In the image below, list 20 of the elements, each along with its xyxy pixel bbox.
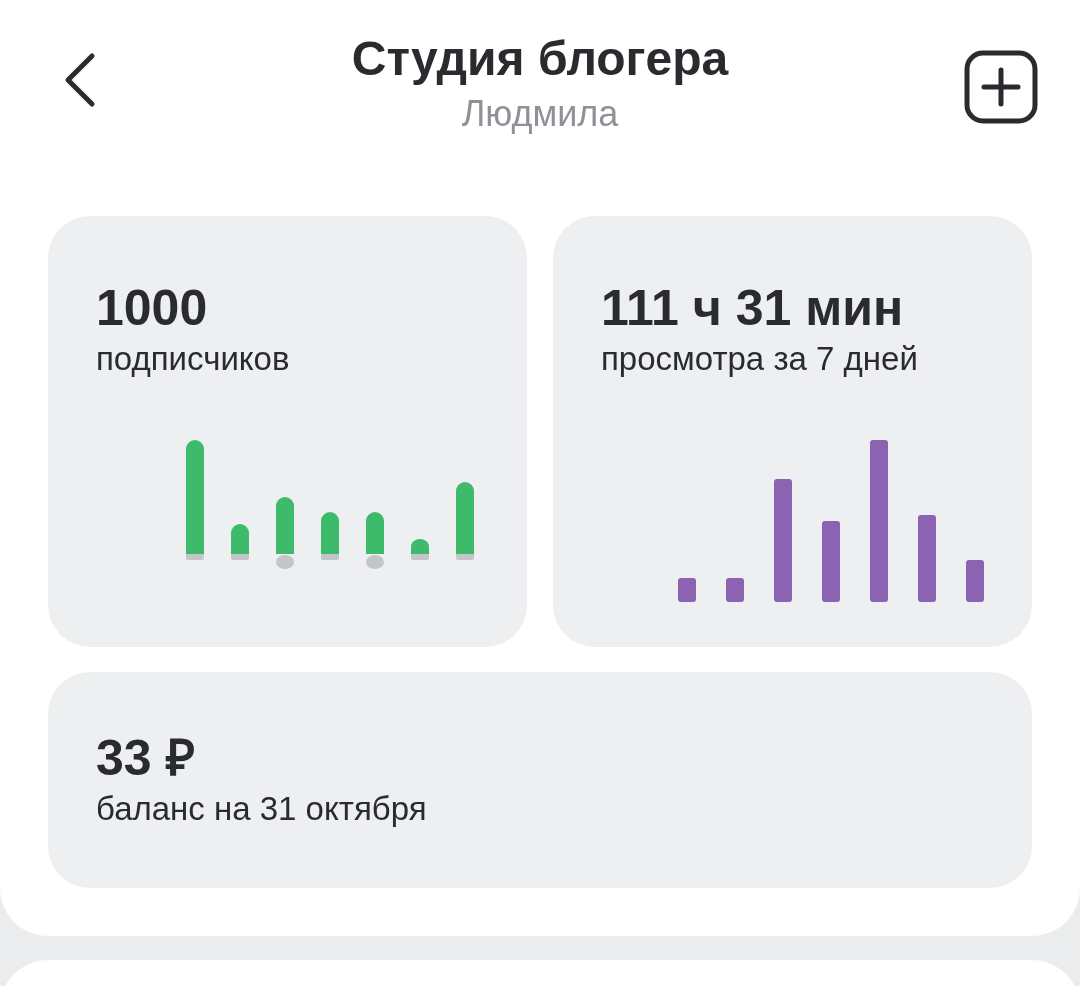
sparkline-bar bbox=[966, 560, 984, 602]
sparkline-bar bbox=[726, 578, 744, 602]
stat-value: 1000 bbox=[96, 280, 209, 336]
stat-card[interactable]: 111 ч 31 мин просмотра за 7 дней bbox=[553, 216, 1032, 647]
sparkline-bar bbox=[366, 512, 384, 569]
sparkline-bar bbox=[411, 539, 429, 560]
sparkline-bar bbox=[276, 497, 294, 569]
balance-card[interactable]: 33 ₽ баланс на 31 октября bbox=[48, 672, 1032, 888]
stat-label: просмотра за 7 дней bbox=[601, 339, 919, 379]
stat-value: 111 ч 31 мин bbox=[601, 280, 905, 336]
sparkline-bar bbox=[231, 524, 249, 560]
stat-card[interactable]: 1000 подписчиков bbox=[48, 216, 527, 647]
stat-label: подписчиков bbox=[96, 339, 291, 379]
balance-label: баланс на 31 октября bbox=[96, 789, 428, 829]
sparkline-bar bbox=[678, 578, 696, 602]
add-icon[interactable] bbox=[964, 50, 1038, 124]
page-subtitle: Людмила bbox=[461, 92, 619, 136]
page-title: Студия блогера bbox=[351, 31, 729, 87]
balance-value: 33 ₽ bbox=[96, 730, 196, 786]
sparkline-bar bbox=[321, 512, 339, 560]
